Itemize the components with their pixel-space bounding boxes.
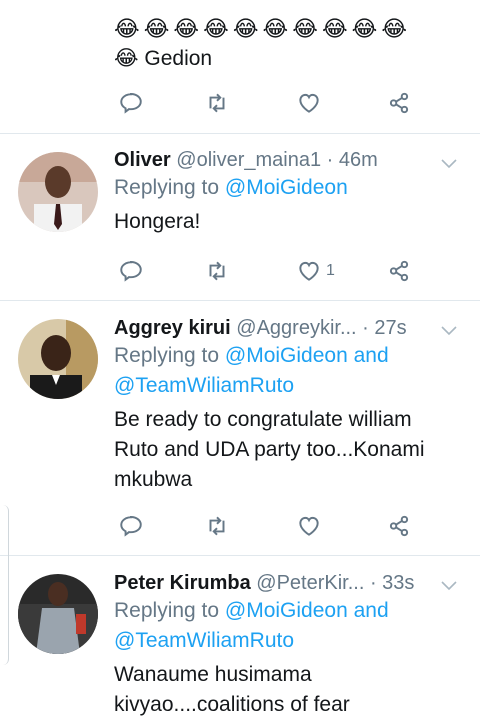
tweet-content: Oliver @oliver_maina1 · 46m Replying to … [114, 147, 470, 237]
tweet-actions [114, 88, 414, 118]
avatar[interactable] [18, 319, 98, 399]
retweet-icon [209, 93, 225, 113]
avatar-peter-image [18, 574, 98, 654]
replying-to-label: Replying to [114, 599, 225, 622]
tweet-text: Hongera! [114, 210, 201, 233]
replying-to: Replying to @MoiGideon and [114, 596, 470, 626]
replying-to: Replying to @MoiGideon [114, 173, 470, 203]
tweet[interactable]: Oliver @oliver_maina1 · 46m Replying to … [0, 134, 480, 301]
avatar[interactable] [18, 152, 98, 232]
author-name[interactable]: Aggrey kirui [114, 317, 231, 339]
author-handle[interactable]: @oliver_maina1 [176, 149, 321, 171]
tweet-text: Be ready to congratulate william Ruto an… [114, 408, 425, 491]
chevron-down-icon[interactable] [440, 576, 458, 594]
mention-link[interactable]: @MoiGideon [225, 176, 348, 199]
tweet-time: · 27s [362, 317, 407, 339]
like-button[interactable]: 1 [296, 256, 335, 286]
mention-link[interactable]: @MoiGideon and [225, 599, 389, 622]
author-handle[interactable]: @Aggreykir... [236, 317, 356, 339]
tweet[interactable]: Aggrey kirui @Aggreykir... · 27s Replyin… [0, 301, 480, 556]
reply-button[interactable] [118, 256, 144, 286]
mention-link[interactable]: @TeamWiliamRuto [114, 626, 470, 656]
mention-link[interactable]: @MoiGideon and [225, 344, 389, 367]
laughing-emoji-icon: 😂 [114, 47, 139, 70]
retweet-button[interactable] [204, 256, 230, 286]
like-button[interactable] [296, 511, 322, 541]
tweet-content: 😂😂😂😂😂😂😂😂😂😂 😂 Gedion [114, 14, 470, 74]
tweet-content: Peter Kirumba @PeterKir... · 33s Replyin… [114, 570, 470, 720]
heart-icon [299, 261, 319, 281]
reply-button[interactable] [118, 511, 144, 541]
tweet-actions [114, 511, 414, 541]
share-button[interactable] [386, 511, 412, 541]
retweet-button[interactable] [204, 511, 230, 541]
reply-icon [120, 261, 142, 282]
tweet-header: Peter Kirumba @PeterKir... · 33s [114, 570, 470, 596]
like-count: 1 [326, 262, 335, 279]
reply-button[interactable] [118, 88, 144, 118]
tweet-text: Wanaume husimama kivyao....coalitions of… [114, 663, 350, 716]
heart-icon [299, 516, 319, 536]
tweet-actions: 1 [114, 256, 414, 286]
retweet-icon [209, 261, 225, 281]
heart-icon [299, 93, 319, 113]
tweet-content: Aggrey kirui @Aggreykir... · 27s Replyin… [114, 315, 470, 495]
tweet-header: Oliver @oliver_maina1 · 46m [114, 147, 470, 173]
author-name[interactable]: Oliver [114, 149, 171, 171]
tweet-time: · 46m [326, 149, 378, 171]
replying-to-label: Replying to [114, 344, 225, 367]
tweet[interactable]: Peter Kirumba @PeterKir... · 33s Replyin… [0, 556, 480, 716]
tweet-time: · 33s [369, 572, 415, 594]
replying-to-label: Replying to [114, 176, 225, 199]
tweet-top[interactable]: 😂😂😂😂😂😂😂😂😂😂 😂 Gedion [0, 0, 480, 134]
chevron-down-icon[interactable] [440, 154, 458, 172]
share-icon [389, 515, 409, 537]
retweet-button[interactable] [204, 88, 230, 118]
chevron-down-icon[interactable] [440, 321, 458, 339]
avatar-aggrey-image [18, 319, 98, 399]
mention-link[interactable]: @TeamWiliamRuto [114, 371, 470, 401]
share-button[interactable] [386, 88, 412, 118]
emoji-row: 😂😂😂😂😂😂😂😂😂😂 [114, 16, 412, 41]
share-icon [389, 260, 409, 282]
replying-to: Replying to @MoiGideon and [114, 341, 470, 371]
tweet-body-last-line: 😂 Gedion [114, 44, 470, 74]
share-icon [389, 92, 409, 114]
author-handle[interactable]: @PeterKir... [256, 572, 364, 594]
avatar[interactable] [18, 574, 98, 654]
retweet-icon [209, 516, 225, 536]
author-name[interactable]: Peter Kirumba [114, 572, 251, 594]
reply-icon [120, 516, 142, 537]
tweet-body-text: Gedion [144, 47, 213, 70]
tweet-header: Aggrey kirui @Aggreykir... · 27s [114, 315, 470, 341]
drawer-edge-handle[interactable] [0, 505, 9, 665]
avatar-oliver-image [18, 152, 98, 232]
share-button[interactable] [386, 256, 412, 286]
like-button[interactable] [296, 88, 322, 118]
reply-icon [120, 93, 142, 114]
